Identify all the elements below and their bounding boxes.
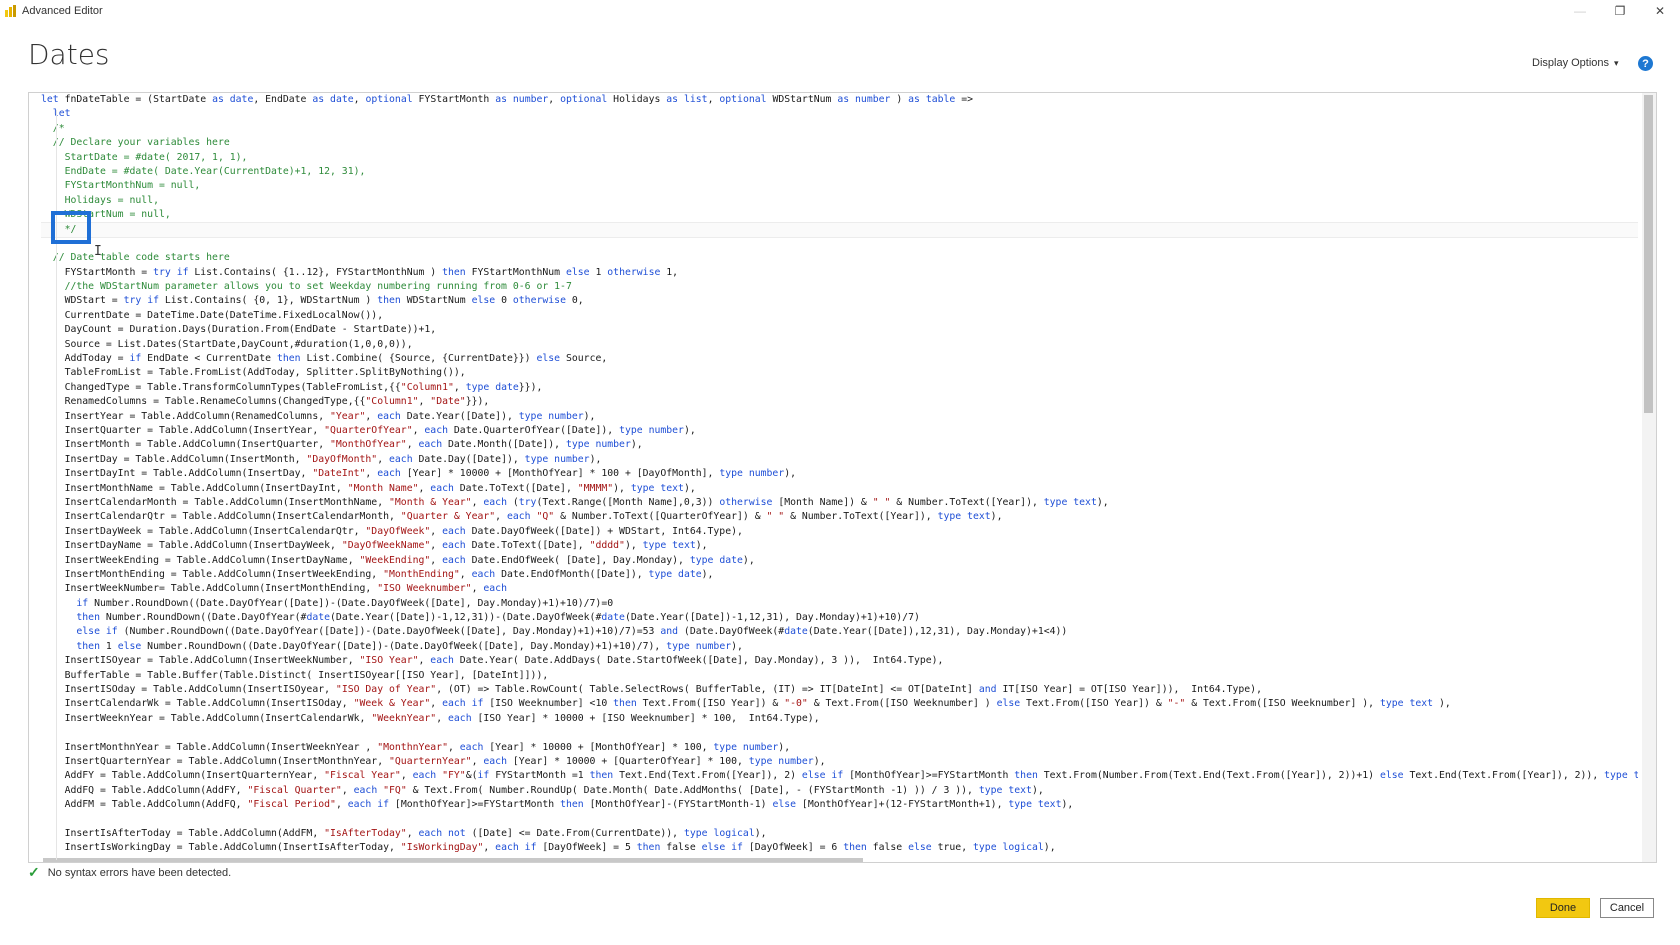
code-line[interactable]: InsertIsAfterToday = Table.AddColumn(Add… [41, 827, 1638, 841]
vertical-scrollbar[interactable] [1642, 93, 1656, 862]
cancel-button[interactable]: Cancel [1600, 898, 1654, 918]
code-line[interactable]: if Number.RoundDown((Date.DayOfYear([Dat… [41, 597, 1638, 611]
code-line[interactable]: WDStartNum = null, [41, 208, 1638, 222]
code-line[interactable]: TableFromList = Table.FromList(AddToday,… [41, 366, 1638, 380]
code-line[interactable]: RenamedColumns = Table.RenameColumns(Cha… [41, 395, 1638, 409]
window-controls: — ❐ ✕ [1560, 0, 1680, 22]
restore-icon[interactable]: ❐ [1600, 0, 1640, 22]
display-options-dropdown[interactable]: Display Options ▾ [1532, 57, 1619, 69]
horizontal-scrollbar-thumb[interactable] [43, 858, 863, 862]
code-line[interactable]: DayCount = Duration.Days(Duration.From(E… [41, 323, 1638, 337]
minimize-icon[interactable]: — [1560, 0, 1600, 22]
code-line[interactable]: AddFY = Table.AddColumn(InsertQuarternYe… [41, 769, 1638, 783]
code-line[interactable]: //the WDStartNum parameter allows you to… [41, 280, 1638, 294]
code-line[interactable]: then Number.RoundDown((Date.DayOfYear(#d… [41, 611, 1638, 625]
window-title: Advanced Editor [22, 5, 103, 17]
code-line[interactable]: then 1 else Number.RoundDown((Date.DayOf… [41, 640, 1638, 654]
code-line[interactable]: InsertCalendarQtr = Table.AddColumn(Inse… [41, 510, 1638, 524]
code-line[interactable]: BufferTable = Table.Buffer(Table.Distinc… [41, 669, 1638, 683]
syntax-status: ✓ No syntax errors have been detected. [28, 864, 231, 881]
code-editor[interactable]: let fnDateTable = (StartDate as date, En… [28, 92, 1657, 863]
checkmark-icon: ✓ [28, 864, 40, 880]
code-line[interactable]: InsertWeeknYear = Table.AddColumn(Insert… [41, 712, 1638, 726]
code-line[interactable]: InsertCalendarWk = Table.AddColumn(Inser… [41, 697, 1638, 711]
code-line[interactable] [41, 813, 1638, 827]
code-line[interactable]: let fnDateTable = (StartDate as date, En… [41, 93, 1638, 107]
code-line[interactable]: WDStart = try if List.Contains( {0, 1}, … [41, 294, 1638, 308]
code-line[interactable]: InsertCalendarMonth = Table.AddColumn(In… [41, 496, 1638, 510]
code-line[interactable]: InsertDay = Table.AddColumn(InsertMonth,… [41, 453, 1638, 467]
code-line[interactable]: InsertISOyear = Table.AddColumn(InsertWe… [41, 654, 1638, 668]
code-line[interactable]: InsertISOday = Table.AddColumn(InsertISO… [41, 683, 1638, 697]
text-cursor-icon: I [94, 244, 102, 259]
code-line[interactable]: InsertQuarter = Table.AddColumn(InsertYe… [41, 424, 1638, 438]
title-bar: Advanced Editor — ❐ ✕ [0, 0, 1680, 24]
code-line[interactable]: CurrentDate = DateTime.Date(DateTime.Fix… [41, 309, 1638, 323]
code-line[interactable]: InsertMonth = Table.AddColumn(InsertQuar… [41, 438, 1638, 452]
advanced-editor-window: Advanced Editor — ❐ ✕ Dates Display Opti… [0, 0, 1680, 945]
code-line[interactable]: AddFQ = Table.AddColumn(AddFY, "Fiscal Q… [41, 784, 1638, 798]
code-line[interactable]: // Declare your variables here [41, 136, 1638, 150]
code-line[interactable]: let [41, 107, 1638, 121]
code-line[interactable] [41, 726, 1638, 740]
code-line[interactable]: // Date table code starts here [41, 251, 1638, 265]
code-line[interactable]: */ [41, 221, 1638, 238]
powerbi-logo-icon [5, 5, 16, 17]
code-line[interactable]: else if (Number.RoundDown((Date.DayOfYea… [41, 625, 1638, 639]
code-line[interactable]: AddFM = Table.AddColumn(AddFQ, "Fiscal P… [41, 798, 1638, 812]
done-button[interactable]: Done [1536, 898, 1590, 918]
code-line[interactable]: InsertWeekEnding = Table.AddColumn(Inser… [41, 554, 1638, 568]
help-icon[interactable]: ? [1638, 56, 1653, 71]
code-line[interactable]: /* [41, 122, 1638, 136]
syntax-status-message: No syntax errors have been detected. [47, 866, 232, 879]
code-line[interactable]: FYStartMonth = try if List.Contains( {1.… [41, 266, 1638, 280]
code-line[interactable]: EndDate = #date( Date.Year(CurrentDate)+… [41, 165, 1638, 179]
code-line[interactable]: InsertMonthEnding = Table.AddColumn(Inse… [41, 568, 1638, 582]
page-title: Dates [28, 38, 110, 71]
code-line[interactable]: InsertDayInt = Table.AddColumn(InsertDay… [41, 467, 1638, 481]
code-line[interactable]: InsertIsWorkingDay = Table.AddColumn(Ins… [41, 841, 1638, 852]
close-icon[interactable]: ✕ [1640, 0, 1680, 22]
code-line[interactable] [41, 237, 1638, 251]
code-line[interactable]: InsertDayName = Table.AddColumn(InsertDa… [41, 539, 1638, 553]
code-line[interactable]: InsertYear = Table.AddColumn(RenamedColu… [41, 410, 1638, 424]
code-line[interactable]: InsertMonthName = Table.AddColumn(Insert… [41, 482, 1638, 496]
code-line[interactable]: InsertQuarternYear = Table.AddColumn(Ins… [41, 755, 1638, 769]
code-line[interactable]: StartDate = #date( 2017, 1, 1), [41, 151, 1638, 165]
chevron-down-icon: ▾ [1614, 57, 1619, 68]
vertical-scrollbar-thumb[interactable] [1644, 95, 1653, 413]
code-line[interactable]: FYStartMonthNum = null, [41, 179, 1638, 193]
code-line[interactable]: ChangedType = Table.TransformColumnTypes… [41, 381, 1638, 395]
code-line[interactable]: Source = List.Dates(StartDate,DayCount,#… [41, 338, 1638, 352]
code-line[interactable]: AddToday = if EndDate < CurrentDate then… [41, 352, 1638, 366]
code-line[interactable]: Holidays = null, [41, 194, 1638, 208]
code-content[interactable]: let fnDateTable = (StartDate as date, En… [41, 93, 1638, 852]
highlight-box [51, 211, 91, 244]
code-line[interactable]: InsertMonthnYear = Table.AddColumn(Inser… [41, 741, 1638, 755]
code-line[interactable]: InsertDayWeek = Table.AddColumn(InsertCa… [41, 525, 1638, 539]
code-line[interactable]: InsertWeekNumber= Table.AddColumn(Insert… [41, 582, 1638, 596]
display-options-label: Display Options [1532, 57, 1610, 69]
